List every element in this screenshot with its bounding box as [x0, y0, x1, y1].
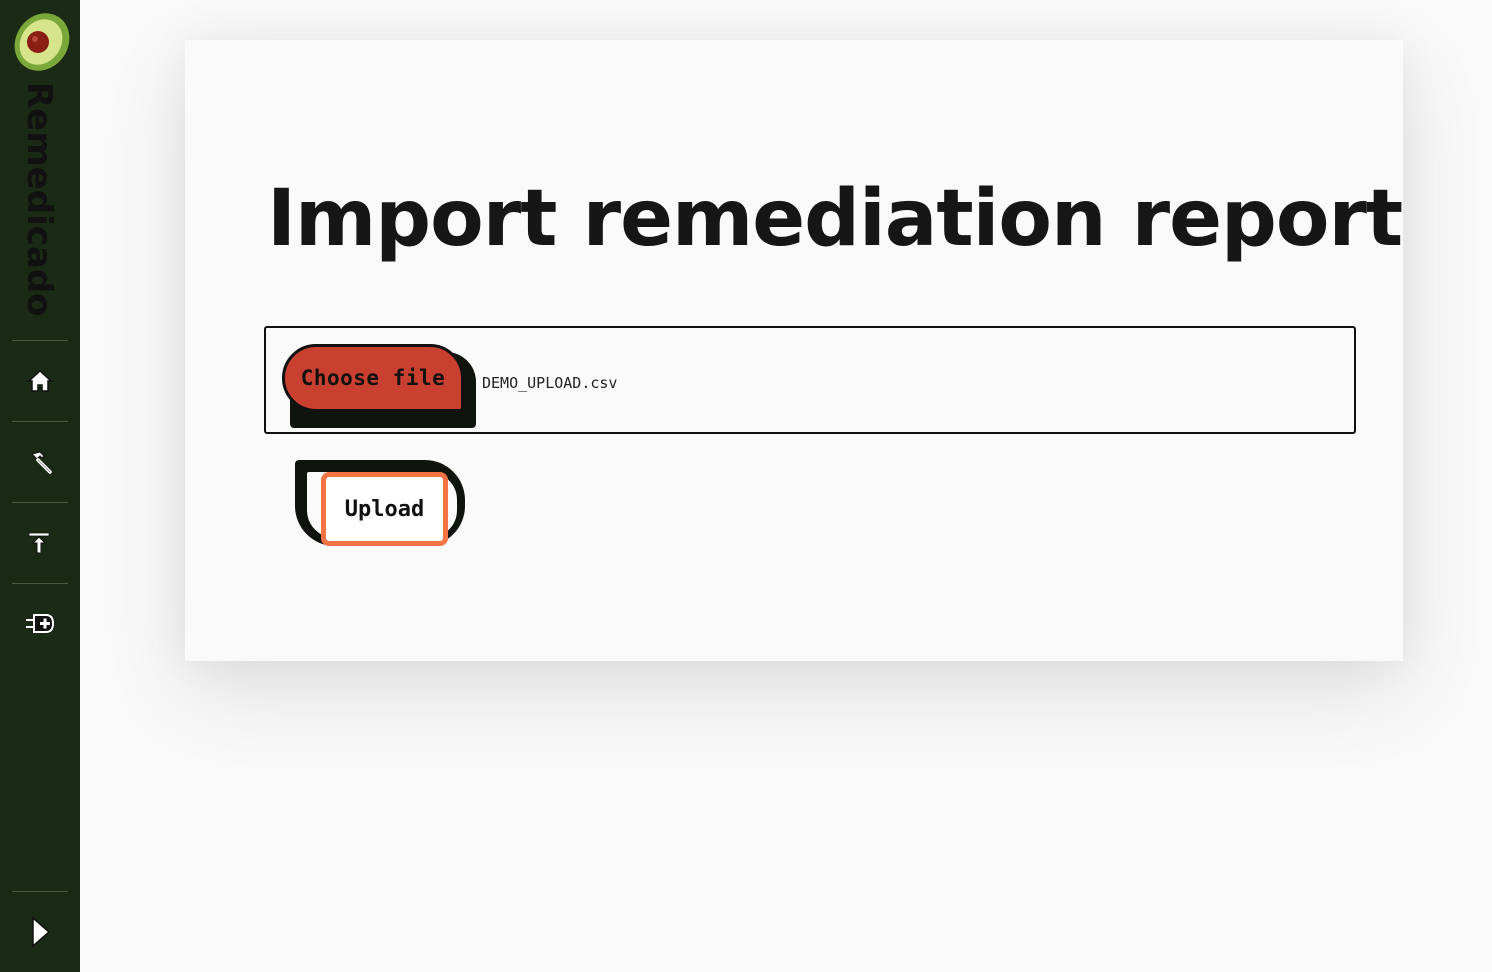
sidebar-expand-button[interactable] — [12, 902, 68, 962]
sidebar-item-create[interactable] — [12, 594, 68, 654]
home-icon — [27, 368, 53, 394]
nav-divider — [12, 421, 68, 422]
choose-file-button[interactable]: Choose file — [282, 344, 464, 412]
page-title: Import remediation report — [267, 174, 1403, 264]
nav-divider — [12, 891, 68, 892]
sidebar-item-import[interactable] — [12, 513, 68, 573]
nav-divider — [12, 583, 68, 584]
brand-name: Remedicado — [19, 82, 59, 317]
add-list-icon — [24, 610, 56, 638]
file-input[interactable]: Choose file DEMO_UPLOAD.csv — [264, 326, 1356, 434]
expand-arrow-icon — [28, 916, 52, 948]
selected-file-name: DEMO_UPLOAD.csv — [482, 374, 618, 392]
sidebar: Remedicado — [0, 0, 80, 972]
upload-icon — [26, 529, 54, 557]
nav-divider — [12, 502, 68, 503]
import-card: Import remediation report Choose file DE… — [185, 40, 1403, 661]
upload-button[interactable]: Upload — [321, 472, 448, 546]
avocado-icon[interactable] — [6, 4, 78, 74]
sidebar-item-home[interactable] — [12, 351, 68, 411]
hammer-icon — [26, 448, 54, 476]
sidebar-item-remediate[interactable] — [12, 432, 68, 492]
nav-divider — [12, 340, 68, 341]
